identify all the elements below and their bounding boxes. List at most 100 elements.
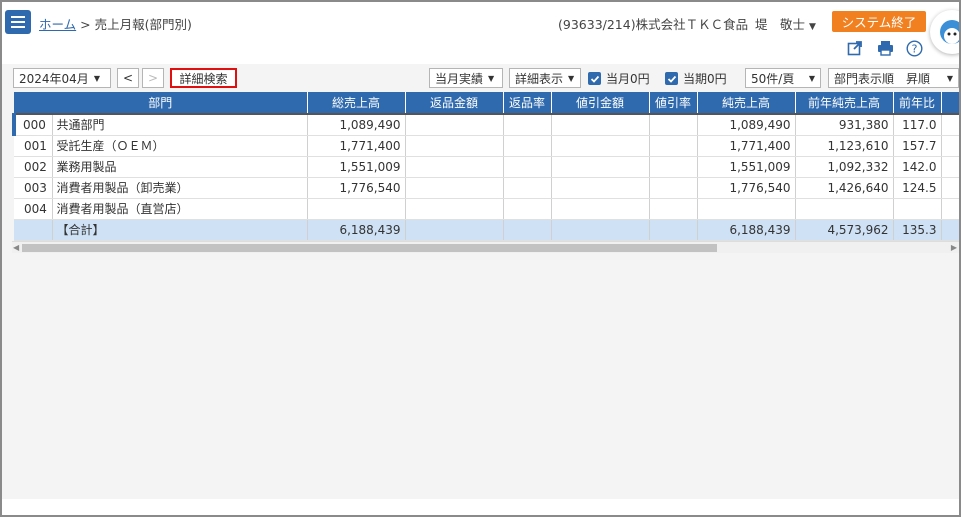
discount-amount <box>551 135 650 157</box>
discount-rate <box>649 219 698 241</box>
column-header[interactable]: 値引率 <box>649 92 698 114</box>
net-sales: 1,771,400 <box>697 135 796 157</box>
return-amount <box>405 113 504 136</box>
return-amount <box>405 156 504 178</box>
external-link-icon[interactable] <box>845 38 865 58</box>
scroll-left-icon[interactable]: ◀ <box>13 243 19 252</box>
scroll-right-icon[interactable]: ▶ <box>951 243 957 252</box>
sales-table: 部門 総売上高 返品金額 返品率 値引金額 値引率 純売上高 前年純売上高 前年… <box>12 92 959 241</box>
dept-code: 003 <box>14 177 53 199</box>
discount-rate <box>649 156 698 178</box>
net-sales: 6,188,439 <box>697 219 796 241</box>
zero-period-checkbox[interactable]: 当期0円 <box>665 70 727 87</box>
zero-current-checkbox[interactable]: 当月0円 <box>588 70 650 87</box>
system-end-button[interactable]: システム終了 <box>832 11 926 32</box>
column-header-filler <box>941 92 959 114</box>
gross-sales: 1,776,540 <box>307 177 406 199</box>
return-amount <box>405 135 504 157</box>
detail-display-select[interactable]: 詳細表示 ▼ <box>509 68 581 88</box>
filler-cell <box>941 135 959 157</box>
column-header[interactable]: 返品金額 <box>405 92 504 114</box>
discount-amount <box>551 198 650 220</box>
scrollbar-thumb[interactable] <box>22 243 717 252</box>
discount-rate <box>649 135 698 157</box>
filler-cell <box>941 219 959 241</box>
per-page-value: 50件/頁 <box>751 71 795 86</box>
return-rate <box>503 135 552 157</box>
per-page-select[interactable]: 50件/頁 ▼ <box>745 68 821 88</box>
chevron-down-icon: ▼ <box>568 73 575 83</box>
yoy-ratio: 142.0 <box>893 156 942 178</box>
gross-sales: 6,188,439 <box>307 219 406 241</box>
dept-name: 受託生産（ＯＥＭ） <box>52 135 308 157</box>
table-header: 部門 総売上高 返品金額 返品率 値引金額 値引率 純売上高 前年純売上高 前年… <box>14 92 959 114</box>
return-amount <box>405 219 504 241</box>
check-icon <box>665 72 678 85</box>
table-row[interactable]: 001 受託生産（ＯＥＭ） 1,771,400 1,771,400 1,123,… <box>14 135 959 157</box>
chevron-down-icon: ▼ <box>946 73 953 83</box>
yoy-ratio: 124.5 <box>893 177 942 199</box>
dept-name: 【合計】 <box>52 219 308 241</box>
table-row[interactable]: 003 消費者用製品（卸売業） 1,776,540 1,776,540 1,42… <box>14 177 959 199</box>
discount-rate <box>649 177 698 199</box>
return-amount <box>405 177 504 199</box>
net-sales <box>697 198 796 220</box>
column-header[interactable]: 純売上高 <box>697 92 796 114</box>
dept-name: 共通部門 <box>52 113 308 136</box>
table-row[interactable]: 004 消費者用製品（直営店） <box>14 198 959 220</box>
return-rate <box>503 198 552 220</box>
table-row[interactable]: 002 業務用製品 1,551,009 1,551,009 1,092,332 … <box>14 156 959 178</box>
sort-select[interactable]: 部門表示順 昇順 ▼ <box>828 68 959 88</box>
detail-search-button[interactable]: 詳細検索 <box>170 68 237 88</box>
menu-icon[interactable] <box>5 10 31 34</box>
breadcrumb-separator: > <box>80 17 91 32</box>
filler-cell <box>941 156 959 178</box>
chevron-down-icon: ▼ <box>808 73 815 83</box>
chevron-down-icon: ▼ <box>93 73 100 83</box>
prev-net-sales: 1,123,610 <box>795 135 894 157</box>
actual-select[interactable]: 当月実績 ▼ <box>429 68 503 88</box>
discount-rate <box>649 113 698 136</box>
app-window: ホーム > 売上月報(部門別) (93633/214)株式会社ＴＫＣ食品 堤 敬士 ▼… <box>2 2 959 515</box>
next-month-button[interactable]: > <box>142 68 164 88</box>
yoy-ratio <box>893 198 942 220</box>
column-header[interactable]: 前年純売上高 <box>795 92 894 114</box>
column-header[interactable]: 前年比 <box>893 92 942 114</box>
month-select[interactable]: 2024年04月 ▼ <box>13 68 111 88</box>
prev-net-sales: 1,426,640 <box>795 177 894 199</box>
breadcrumb-home-link[interactable]: ホーム <box>39 17 76 32</box>
horizontal-scrollbar[interactable]: ◀ ▶ <box>12 240 959 253</box>
footer-area <box>2 499 959 515</box>
yoy-ratio: 157.7 <box>893 135 942 157</box>
user-menu[interactable]: 堤 敬士 ▼ <box>755 14 816 33</box>
sort-value: 部門表示順 昇順 <box>834 71 931 86</box>
zero-current-label: 当月0円 <box>606 72 650 86</box>
total-row[interactable]: 【合計】 6,188,439 6,188,439 4,573,962 135.3 <box>14 219 959 241</box>
sales-table-container: 部門 総売上高 返品金額 返品率 値引金額 値引率 純売上高 前年純売上高 前年… <box>12 92 959 253</box>
yoy-ratio: 135.3 <box>893 219 942 241</box>
print-icon[interactable] <box>875 38 895 58</box>
chevron-down-icon: ▼ <box>488 73 495 83</box>
prev-net-sales <box>795 198 894 220</box>
check-icon <box>588 72 601 85</box>
assistant-avatar[interactable] <box>930 10 959 54</box>
discount-amount <box>551 113 650 136</box>
yoy-ratio: 117.0 <box>893 113 942 136</box>
column-header[interactable]: 返品率 <box>503 92 552 114</box>
net-sales: 1,089,490 <box>697 113 796 136</box>
page-title: 売上月報(部門別) <box>94 17 192 32</box>
discount-rate <box>649 198 698 220</box>
column-header[interactable]: 値引金額 <box>551 92 650 114</box>
svg-text:?: ? <box>911 42 917 55</box>
gross-sales: 1,551,009 <box>307 156 406 178</box>
table-row[interactable]: 000 共通部門 1,089,490 1,089,490 931,380 117… <box>12 113 959 136</box>
return-amount <box>405 198 504 220</box>
help-icon[interactable]: ? <box>904 38 924 58</box>
dept-name: 消費者用製品（卸売業） <box>52 177 308 199</box>
column-header[interactable]: 部門 <box>14 92 308 114</box>
prev-month-button[interactable]: < <box>117 68 139 88</box>
gross-sales <box>307 198 406 220</box>
column-header[interactable]: 総売上高 <box>307 92 406 114</box>
company-name: (93633/214)株式会社ＴＫＣ食品 <box>558 17 749 32</box>
discount-amount <box>551 156 650 178</box>
